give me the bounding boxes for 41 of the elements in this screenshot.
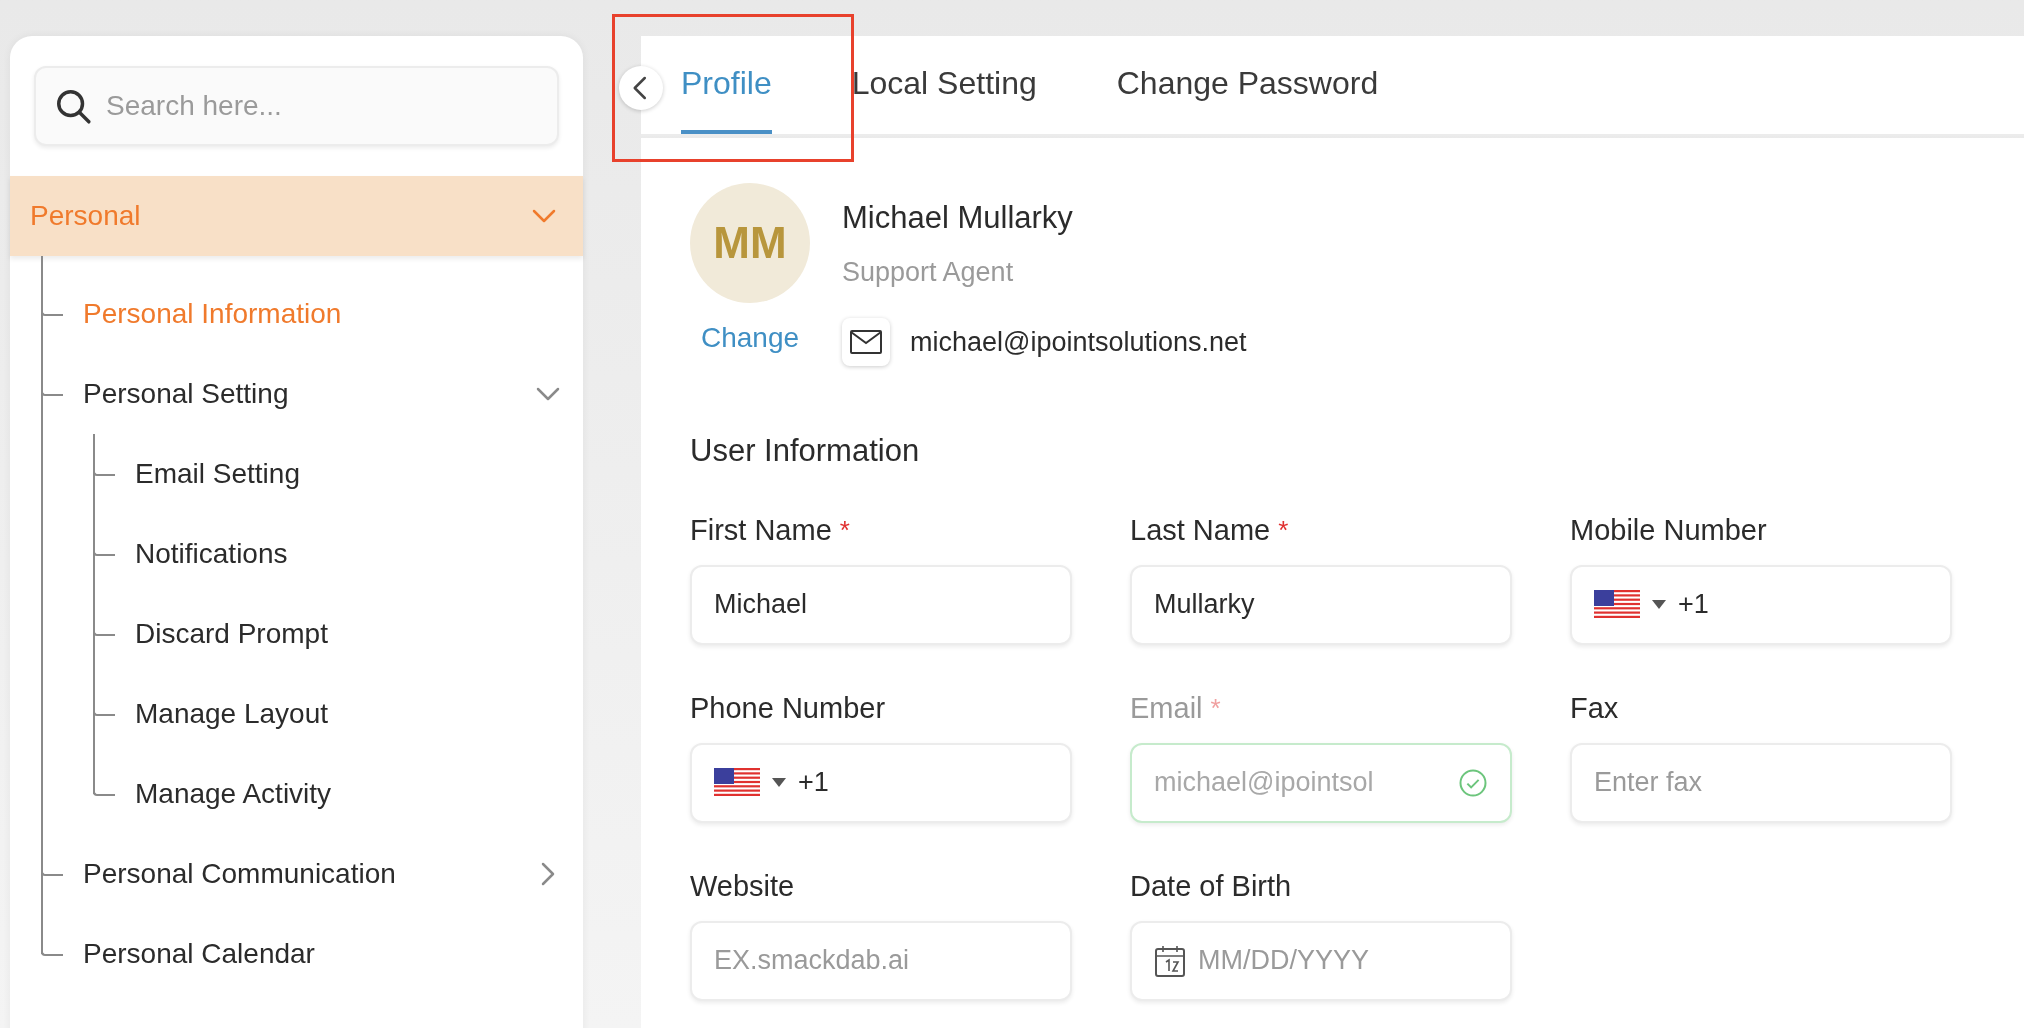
profile-email: michael@ipointsolutions.net: [910, 325, 1247, 359]
change-link[interactable]: Change: [700, 317, 800, 359]
flag-icon: [1594, 589, 1640, 620]
input-field[interactable]: Michael: [690, 564, 1072, 645]
tab[interactable]: Change Password: [1116, 36, 1379, 134]
tree-item[interactable]: Personal Calendar: [83, 933, 315, 975]
tree-item[interactable]: Personal Setting: [83, 373, 289, 415]
tree-item[interactable]: Manage Layout: [135, 693, 329, 735]
field-label: Date of Birth: [1130, 868, 1292, 904]
field-label: Last Name: [1130, 512, 1271, 548]
field-label: Fax: [1570, 690, 1619, 726]
field-label: First Name: [690, 512, 832, 548]
flag-icon: [714, 767, 760, 798]
tree-item[interactable]: Notifications: [135, 533, 288, 575]
section-title: Personal: [30, 199, 141, 233]
profile-role: Support Agent: [842, 255, 1015, 289]
input-field[interactable]: +1: [1570, 564, 1952, 645]
required-mark: *: [839, 514, 850, 547]
tab[interactable]: Local Setting: [851, 36, 1037, 134]
field-label: Phone Number: [690, 690, 886, 726]
tree-item[interactable]: Personal Communication: [83, 853, 396, 895]
avatar: MM: [690, 183, 810, 303]
field-label: Email: [1130, 690, 1203, 726]
tree-item[interactable]: Email Setting: [135, 453, 300, 495]
tree-item[interactable]: Discard Prompt: [135, 613, 328, 655]
calendar-icon: [1154, 943, 1186, 978]
section-title: User Information: [690, 432, 921, 470]
input-field[interactable]: Mullarky: [1130, 564, 1512, 645]
profile-name: Michael Mullarky: [842, 199, 1074, 237]
required-mark: *: [1278, 514, 1289, 547]
field-label: Mobile Number: [1570, 512, 1767, 548]
tab[interactable]: Profile: [681, 36, 772, 134]
search-icon: [54, 87, 92, 125]
back-button[interactable]: [619, 66, 663, 110]
dropdown-icon[interactable]: [772, 777, 786, 788]
mail-icon: [842, 318, 890, 366]
dropdown-icon[interactable]: [1652, 599, 1666, 610]
tree-item[interactable]: Manage Activity: [135, 773, 332, 815]
input-field[interactable]: +1: [690, 742, 1072, 823]
field-label: Website: [690, 868, 795, 904]
required-mark: *: [1210, 692, 1221, 725]
